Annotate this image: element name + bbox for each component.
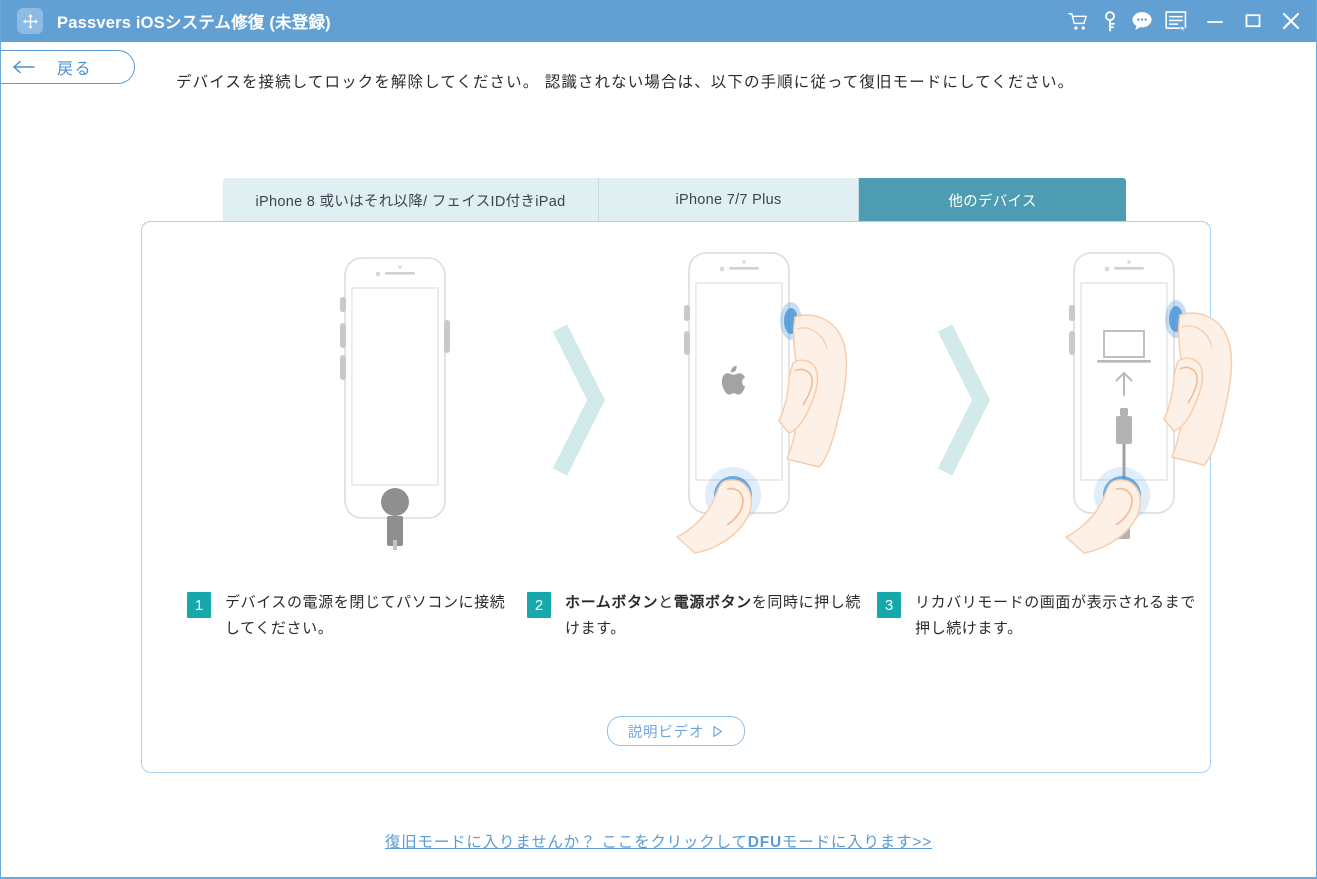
application-window: Passvers iOSシステム修復 (未登録) 戻る デバイスを接続してロック… [0,0,1317,879]
title-bar: Passvers iOSシステム修復 (未登録) [1,0,1316,42]
back-button[interactable]: 戻る [1,50,135,84]
chat-bubble-icon[interactable] [1126,6,1158,36]
phone-recovery-mode-screen-icon [1007,240,1307,560]
step-item-1: 1 デバイスの電源を閉じてパソコンに接続してください。 [187,590,517,642]
recovery-steps-panel: 1 デバイスの電源を閉じてパソコンに接続してください。 2 ホームボタンと電源ボ… [141,221,1233,773]
steps-text-row: 1 デバイスの電源を閉じてパソコンに接続してください。 2 ホームボタンと電源ボ… [142,590,1212,642]
step-description: リカバリモードの画面が表示されるまで押し続けます。 [915,594,1196,637]
cart-icon[interactable] [1062,6,1094,36]
illustrations-row [142,240,1233,560]
tab-other-devices[interactable]: 他のデバイス [859,178,1126,222]
step-item-3: 3 リカバリモードの画面が表示されるまで押し続けます。 [877,590,1197,642]
move-arrows-logo-icon [17,8,43,34]
app-title: Passvers iOSシステム修復 (未登録) [57,14,331,32]
tutorial-video-button[interactable]: 説明ビデオ [607,716,745,746]
key-icon[interactable] [1094,6,1126,36]
maximize-icon[interactable] [1234,6,1272,36]
titlebar-icon-group [1062,6,1316,36]
dfu-mode-link[interactable]: 復旧モードに入りませんか？ ここをクリックしてDFUモードに入ります>> [385,830,932,852]
minimize-icon[interactable] [1196,6,1234,36]
tutorial-video-label: 説明ビデオ [627,724,705,741]
phone-apple-logo-two-fingers-icon [622,240,922,560]
chevron-right-icon-1 [537,240,622,560]
back-button-label: 戻る [57,61,93,78]
step-description: デバイスの電源を閉じてパソコンに接続してください。 [225,594,506,637]
close-icon[interactable] [1272,6,1310,36]
step-number-badge: 3 [877,592,901,618]
chevron-right-icon-2 [922,240,1007,560]
step-number-badge: 1 [187,592,211,618]
tab-iphone8-or-later[interactable]: iPhone 8 或いはそれ以降/ フェイスID付きiPad [223,178,599,222]
play-triangle-icon [711,725,724,738]
step-description: ホームボタンと電源ボタンを同時に押し続けます。 [565,594,861,637]
step-number-badge: 2 [527,592,551,618]
phone-with-cable-icon [237,240,537,560]
tab-iphone7-7plus[interactable]: iPhone 7/7 Plus [599,178,859,222]
arrow-left-icon [12,60,35,74]
header-instruction-text: デバイスを接続してロックを解除してください。 認識されない場合は、以下の手順に従… [176,74,1075,91]
device-type-tabs: iPhone 8 或いはそれ以降/ フェイスID付きiPad iPhone 7/… [223,178,1126,222]
menu-list-icon[interactable] [1158,6,1196,36]
step-item-2: 2 ホームボタンと電源ボタンを同時に押し続けます。 [527,590,867,642]
